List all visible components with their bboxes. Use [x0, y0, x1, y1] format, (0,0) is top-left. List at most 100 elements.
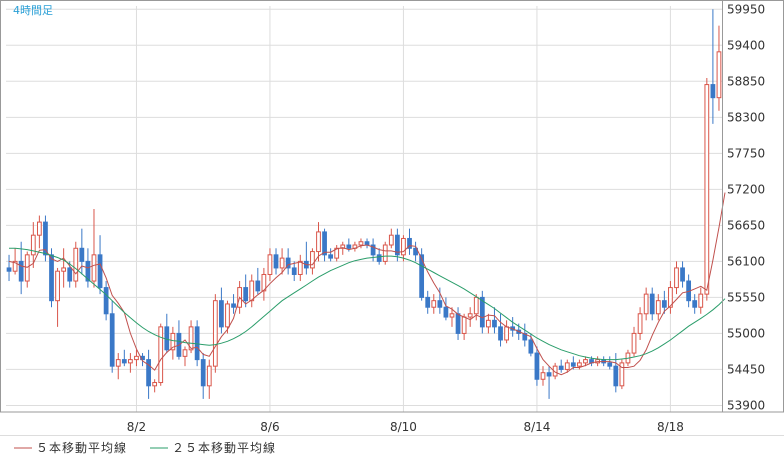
candle-body [316, 231, 321, 253]
candle [115, 353, 121, 380]
candle [212, 294, 218, 373]
candle-body [534, 352, 540, 380]
candle-body [24, 254, 30, 282]
y-tick-label: 56100 [727, 254, 765, 268]
candle [613, 353, 619, 393]
candle [467, 307, 473, 327]
candle-body [388, 234, 394, 246]
candle-body [219, 300, 224, 328]
candle-body [212, 300, 218, 367]
candle [182, 346, 188, 367]
candle [109, 300, 115, 373]
candle [297, 254, 303, 282]
candle-body [492, 319, 497, 328]
candle-body [680, 267, 685, 282]
candle [291, 261, 297, 282]
candle-body [152, 382, 158, 387]
candle [206, 359, 212, 399]
y-tick-label: 54450 [727, 362, 765, 376]
candle-body [273, 254, 279, 269]
x-tick-label: 8/6 [260, 420, 279, 434]
candle [303, 241, 309, 275]
candle [43, 215, 48, 262]
candle [364, 238, 370, 249]
candle-body [255, 280, 261, 292]
candle-body [401, 237, 406, 256]
candle [158, 323, 164, 386]
candle [455, 307, 461, 340]
candle [425, 290, 431, 314]
candle-body [158, 326, 164, 384]
candle-body [461, 316, 467, 334]
candle-body [710, 84, 716, 99]
candle [631, 326, 637, 357]
candle-body [291, 267, 297, 275]
candle [194, 320, 200, 367]
chart-root: 53900 54450 55000 55550 56100 56650 57200 57750… [0, 0, 784, 462]
candle [140, 353, 145, 367]
candle [607, 356, 613, 370]
candle-body [698, 293, 704, 308]
candle [6, 254, 12, 282]
legend: ５本移動平均線 ２５本移動平均線 [14, 440, 276, 455]
candle-body [121, 359, 127, 364]
candle-body [164, 326, 170, 351]
candle-body [194, 326, 200, 361]
candle-body [498, 326, 503, 341]
candle [334, 245, 340, 262]
candle-body [528, 339, 534, 354]
candlestick-chart: 53900 54450 55000 55550 56100 56650 57200 57750… [0, 0, 784, 455]
candle-body [643, 293, 649, 315]
candle-body [243, 287, 249, 302]
candle [352, 241, 358, 252]
candle [285, 248, 291, 275]
candle-body [577, 362, 582, 367]
candle [698, 287, 704, 314]
candle-body [49, 254, 54, 302]
candle-body [30, 234, 36, 256]
candle-body [267, 254, 273, 275]
y-tick-label: 55000 [727, 326, 765, 340]
axes: 53900 54450 55000 55550 56100 56650 57200 57750… [0, 0, 784, 436]
candle [73, 241, 79, 288]
candle-body [346, 244, 352, 249]
candle-body [109, 313, 115, 367]
candle-body [613, 365, 619, 387]
legend-label: ２５本移動平均線 [172, 440, 276, 455]
candle-body [382, 244, 388, 262]
candle [146, 349, 151, 399]
candle-body [631, 332, 637, 354]
candle [504, 320, 509, 344]
candle [61, 248, 67, 288]
candle-body [704, 84, 710, 295]
candle [200, 353, 206, 399]
candle [310, 248, 315, 275]
candle-body [486, 319, 491, 328]
plot-frame [0, 0, 784, 413]
candle [546, 366, 552, 399]
candle [121, 349, 127, 367]
candle [704, 78, 710, 301]
y-tick-label: 55550 [727, 290, 765, 304]
candle-body [558, 365, 564, 370]
candle-body [570, 362, 576, 367]
candle [322, 228, 327, 262]
candle [36, 215, 42, 249]
candle-body [455, 313, 461, 334]
candle-body [97, 254, 103, 289]
candle [219, 287, 224, 334]
candle [558, 359, 564, 373]
candle-body [607, 362, 613, 367]
candle-body [583, 359, 588, 364]
candle-body [504, 326, 509, 341]
moving-averages [8, 192, 726, 376]
candle [674, 261, 679, 295]
timeframe-label: 4時間足 [13, 4, 53, 17]
candle-body [674, 267, 679, 289]
candle [534, 346, 540, 386]
candle [18, 241, 24, 295]
candle-body [297, 260, 303, 275]
candle-body [716, 51, 722, 99]
candle-body [649, 293, 655, 315]
candle-body [358, 241, 364, 246]
